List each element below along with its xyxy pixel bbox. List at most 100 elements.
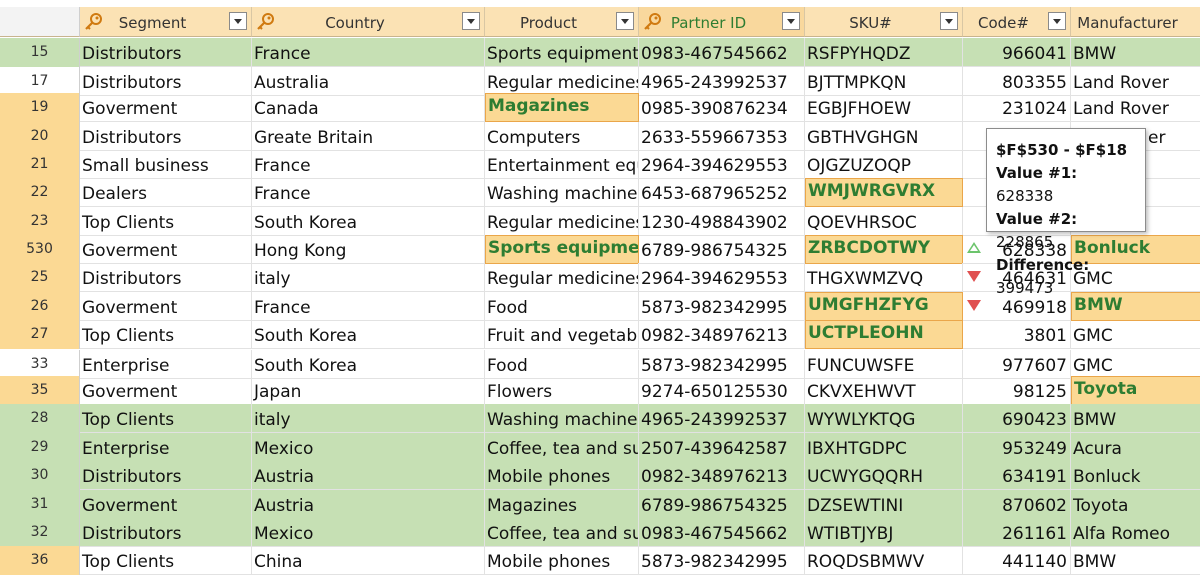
cell-country[interactable]: Japan (252, 376, 485, 405)
cell-sku[interactable]: IBXHTGDPC (805, 433, 963, 462)
cell-sku[interactable]: DZSEWTINI (805, 490, 963, 519)
column-header-segment[interactable]: Segment (80, 7, 252, 37)
cell-country[interactable]: South Korea (252, 207, 485, 236)
cell-product[interactable]: Sports equipment (485, 235, 639, 264)
row-number[interactable]: 33 (0, 350, 80, 379)
filter-dropdown-button[interactable] (616, 12, 634, 30)
cell-country[interactable]: France (252, 292, 485, 321)
row-number[interactable]: 31 (0, 490, 80, 519)
cell-partner[interactable]: 9274-650125530 (639, 376, 805, 405)
row-number[interactable]: 21 (0, 150, 80, 179)
cell-sku[interactable]: THGXWMZVQ (805, 263, 963, 292)
cell-partner[interactable]: 6453-687965252 (639, 178, 805, 207)
cell-sku[interactable]: ZRBCDOTWY (805, 235, 963, 264)
cell-code[interactable]: 953249 (963, 433, 1071, 462)
cell-code[interactable]: 98125 (963, 376, 1071, 405)
row-number[interactable]: 32 (0, 518, 80, 547)
cell-segment[interactable]: Distributors (80, 122, 252, 151)
cell-product[interactable]: Magazines (485, 490, 639, 519)
cell-segment[interactable]: Top Clients (80, 546, 252, 575)
cell-partner[interactable]: 5873-982342995 (639, 546, 805, 575)
cell-country[interactable]: Canada (252, 93, 485, 122)
cell-partner[interactable]: 5873-982342995 (639, 350, 805, 379)
column-header-sku[interactable]: SKU# (805, 7, 963, 37)
cell-partner[interactable]: 0982-348976213 (639, 461, 805, 490)
column-header-manufacturer[interactable]: Manufacturer (1071, 7, 1200, 37)
cell-code[interactable]: 3801 (963, 320, 1071, 349)
cell-country[interactable]: Austria (252, 490, 485, 519)
cell-country[interactable]: France (252, 150, 485, 179)
cell-code[interactable]: 966041 (963, 38, 1071, 67)
cell-country[interactable]: Mexico (252, 518, 485, 547)
row-number[interactable]: 19 (0, 93, 80, 122)
filter-dropdown-button[interactable] (462, 12, 480, 30)
cell-country[interactable]: South Korea (252, 350, 485, 379)
cell-product[interactable]: Fruit and vegetabl (485, 320, 639, 349)
cell-product[interactable]: Washing machines (485, 404, 639, 433)
cell-product[interactable]: Coffee, tea and su (485, 518, 639, 547)
row-number[interactable]: 20 (0, 122, 80, 151)
cell-product[interactable]: Regular medicines (485, 67, 639, 96)
cell-product[interactable]: Food (485, 292, 639, 321)
cell-sku[interactable]: GBTHVGHGN (805, 122, 963, 151)
row-number[interactable]: 35 (0, 376, 80, 405)
cell-sku[interactable]: CKVXEHWVT (805, 376, 963, 405)
row-number[interactable]: 30 (0, 461, 80, 490)
cell-segment[interactable]: Distributors (80, 67, 252, 96)
cell-manufacturer[interactable]: Acura (1071, 433, 1200, 462)
row-number[interactable]: 15 (0, 38, 80, 67)
cell-code[interactable]: 441140 (963, 546, 1071, 575)
cell-partner[interactable]: 4965-243992537 (639, 404, 805, 433)
cell-sku[interactable]: OJGZUZOQP (805, 150, 963, 179)
cell-product[interactable]: Mobile phones (485, 461, 639, 490)
cell-segment[interactable]: Top Clients (80, 404, 252, 433)
cell-country[interactable]: Australia (252, 67, 485, 96)
cell-partner[interactable]: 6789-986754325 (639, 490, 805, 519)
cell-product[interactable]: Flowers (485, 376, 639, 405)
cell-manufacturer[interactable]: BMW (1071, 404, 1200, 433)
cell-sku[interactable]: FUNCUWSFE (805, 350, 963, 379)
cell-code[interactable]: 803355 (963, 67, 1071, 96)
cell-code[interactable]: 977607 (963, 350, 1071, 379)
corner-header[interactable] (0, 7, 80, 37)
cell-manufacturer[interactable]: Toyota (1071, 490, 1200, 519)
cell-manufacturer[interactable]: GMC (1071, 350, 1200, 379)
filter-dropdown-button[interactable] (940, 12, 958, 30)
row-number[interactable]: 27 (0, 320, 80, 349)
cell-product[interactable]: Regular medicines (485, 263, 639, 292)
cell-manufacturer[interactable]: BMW (1071, 546, 1200, 575)
cell-partner[interactable]: 1230-498843902 (639, 207, 805, 236)
cell-partner[interactable]: 0982-348976213 (639, 320, 805, 349)
cell-sku[interactable]: UCTPLEOHN (805, 320, 963, 349)
column-header-product[interactable]: Product (485, 7, 639, 37)
cell-segment[interactable]: Dealers (80, 178, 252, 207)
cell-sku[interactable]: UCWYGQQRH (805, 461, 963, 490)
cell-manufacturer[interactable]: Bonluck (1071, 461, 1200, 490)
cell-segment[interactable]: Distributors (80, 461, 252, 490)
column-header-code[interactable]: Code# (963, 7, 1071, 37)
column-header-country[interactable]: Country (252, 7, 485, 37)
row-number[interactable]: 29 (0, 433, 80, 462)
cell-code[interactable]: 870602 (963, 490, 1071, 519)
cell-product[interactable]: Mobile phones (485, 546, 639, 575)
cell-product[interactable]: Computers (485, 122, 639, 151)
row-number[interactable]: 25 (0, 263, 80, 292)
cell-sku[interactable]: WMJWRGVRX (805, 178, 963, 207)
cell-product[interactable]: Regular medicines (485, 207, 639, 236)
cell-partner[interactable]: 6789-986754325 (639, 235, 805, 264)
filter-dropdown-button[interactable] (782, 12, 800, 30)
cell-segment[interactable]: Distributors (80, 38, 252, 67)
cell-partner[interactable]: 2633-559667353 (639, 122, 805, 151)
cell-partner[interactable]: 5873-982342995 (639, 292, 805, 321)
cell-country[interactable]: Austria (252, 461, 485, 490)
cell-product[interactable]: Magazines (485, 93, 639, 122)
row-number[interactable]: 36 (0, 546, 80, 575)
cell-manufacturer[interactable]: Land Rover (1071, 93, 1200, 122)
cell-sku[interactable]: ROQDSBMWV (805, 546, 963, 575)
cell-sku[interactable]: QOEVHRSOC (805, 207, 963, 236)
row-number[interactable]: 17 (0, 67, 80, 96)
cell-partner[interactable]: 2964-394629553 (639, 263, 805, 292)
cell-manufacturer[interactable]: Land Rover (1071, 67, 1200, 96)
cell-product[interactable]: Washing machines (485, 178, 639, 207)
cell-sku[interactable]: RSFPYHQDZ (805, 38, 963, 67)
